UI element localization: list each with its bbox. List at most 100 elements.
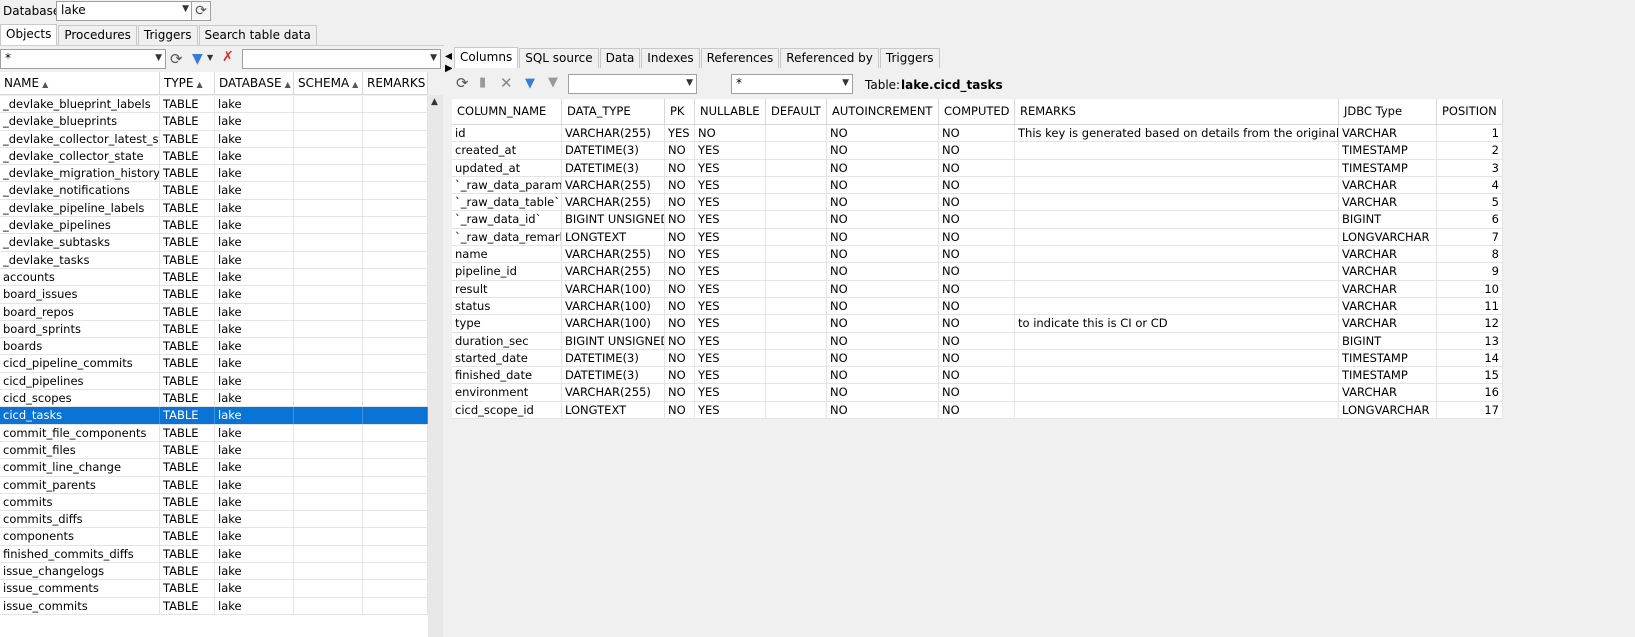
column-header-remarks[interactable]: REMARKS bbox=[363, 72, 428, 95]
table-row[interactable]: board_repos TABLE lake bbox=[0, 303, 428, 321]
table-row[interactable]: _devlake_pipelines TABLE lake bbox=[0, 217, 428, 235]
column-header-database[interactable]: DATABASE ▲ bbox=[215, 72, 294, 95]
filter-icon[interactable]: ▼ bbox=[525, 76, 535, 91]
table-row[interactable]: commit_parents TABLE lake bbox=[0, 476, 428, 494]
column-header[interactable]: POSITION bbox=[1437, 99, 1503, 124]
tab-indexes[interactable]: Indexes bbox=[641, 48, 700, 68]
filter-dropdown-icon[interactable]: ▼ bbox=[207, 53, 213, 62]
tab-objects[interactable]: Objects bbox=[0, 24, 58, 45]
tab-search-table-data[interactable]: Search table data bbox=[198, 25, 317, 45]
column-header-type[interactable]: TYPE ▲ bbox=[160, 72, 215, 95]
table-row[interactable]: accounts TABLE lake bbox=[0, 268, 428, 287]
close-icon[interactable]: ✕ bbox=[500, 74, 513, 92]
table-row[interactable]: id VARCHAR(255) YES NO NO NO This key is gener… bbox=[452, 125, 1503, 143]
column-header-schema[interactable]: SCHEMA ▲ bbox=[294, 72, 363, 95]
table-row[interactable]: _devlake_blueprints TABLE lake bbox=[0, 113, 428, 131]
table-row[interactable]: name VARCHAR(255) NO YES NO NO VARCHAR 8 bbox=[452, 246, 1503, 264]
column-header[interactable]: NULLABLE bbox=[695, 99, 766, 124]
objects-scrollbar[interactable]: ▲ bbox=[428, 95, 443, 637]
table-row[interactable]: commit_file_components TABLE lake bbox=[0, 424, 428, 442]
table-cell bbox=[294, 147, 363, 165]
tab-sql-source[interactable]: SQL source bbox=[519, 48, 599, 68]
column-filter-select[interactable]: ▼ bbox=[568, 74, 697, 94]
tab-columns[interactable]: Columns bbox=[454, 47, 519, 68]
table-cell: environment bbox=[452, 384, 562, 401]
table-row[interactable]: commit_files TABLE lake bbox=[0, 441, 428, 460]
table-row[interactable]: _devlake_collector_latest_stateTABLElake bbox=[0, 130, 428, 148]
column-pattern-select[interactable]: * ▼ bbox=[731, 74, 853, 94]
table-row[interactable]: _devlake_blueprint_labels TABLE lake bbox=[0, 96, 428, 114]
table-row[interactable]: issue_commits TABLE lake bbox=[0, 597, 428, 615]
table-cell bbox=[363, 441, 428, 459]
table-row[interactable]: updated_at DATETIME(3) NO YES NO NO TIMESTAMP 3 bbox=[452, 159, 1503, 177]
table-row[interactable]: pipeline_id VARCHAR(255) NO YES NO NO VARCHAR 9 bbox=[452, 263, 1503, 281]
column-header-name[interactable]: NAME ▲ bbox=[0, 72, 160, 95]
column-header[interactable]: COMPUTED bbox=[939, 99, 1015, 124]
object-search-input[interactable]: ▼ bbox=[242, 49, 441, 69]
table-cell: TABLE bbox=[160, 320, 215, 338]
tab-references[interactable]: References bbox=[700, 48, 780, 68]
table-row[interactable]: cicd_scopes TABLE lake bbox=[0, 390, 428, 408]
database-select[interactable]: lake ▼ bbox=[56, 1, 193, 21]
table-row[interactable]: boards TABLE lake bbox=[0, 338, 428, 356]
table-row[interactable]: _devlake_notifications TABLE lake bbox=[0, 182, 428, 200]
table-row[interactable]: commit_line_change TABLE lake bbox=[0, 459, 428, 477]
table-row[interactable]: finished_commits_diffs TABLE lake bbox=[0, 545, 428, 564]
table-cell bbox=[294, 165, 363, 182]
table-row[interactable]: components TABLE lake bbox=[0, 528, 428, 546]
scroll-up-icon[interactable]: ▲ bbox=[431, 97, 438, 107]
column-header[interactable]: PK bbox=[665, 99, 695, 124]
column-header[interactable]: COLUMN_NAME bbox=[452, 99, 562, 124]
refresh-databases-button[interactable]: ⟳ bbox=[191, 1, 211, 21]
refresh-icon[interactable]: ⟳ bbox=[456, 74, 469, 92]
table-row[interactable]: status VARCHAR(100) NO YES NO NO VARCHAR 11 bbox=[452, 297, 1503, 316]
column-header[interactable]: DATA_TYPE bbox=[562, 99, 665, 124]
table-row[interactable]: commits TABLE lake bbox=[0, 493, 428, 512]
tab-triggers-details[interactable]: Triggers bbox=[879, 48, 940, 68]
table-row[interactable]: cicd_scope_id LONGTEXT NO YES NO NO LONGVARCHA… bbox=[452, 401, 1503, 420]
table-row[interactable]: board_issues TABLE lake bbox=[0, 286, 428, 304]
table-cell: NO bbox=[665, 228, 695, 246]
schema-filter-select[interactable]: * ▼ bbox=[0, 49, 166, 69]
table-row[interactable]: board_sprints TABLE lake bbox=[0, 320, 428, 339]
refresh-objects-icon[interactable]: ⟳ bbox=[170, 50, 183, 68]
table-row[interactable]: created_at DATETIME(3) NO YES NO NO TIMESTAMP 2 bbox=[452, 142, 1503, 160]
table-row[interactable]: duration_sec BIGINT UNSIGNED NO YES NO NO BIGI… bbox=[452, 332, 1503, 350]
table-row[interactable]: environment VARCHAR(255) NO YES NO NO VARCHAR 1… bbox=[452, 384, 1503, 402]
tab-procedures[interactable]: Procedures bbox=[58, 25, 137, 45]
column-header[interactable]: AUTOINCREMENT bbox=[827, 99, 939, 124]
table-row[interactable]: _devlake_migration_history TABLE lake bbox=[0, 165, 428, 183]
tab-data[interactable]: Data bbox=[599, 48, 641, 68]
table-row[interactable]: issue_changelogs TABLE lake bbox=[0, 563, 428, 581]
comment-icon[interactable]: ▮ bbox=[479, 75, 486, 90]
table-cell: VARCHAR(255) bbox=[562, 194, 665, 211]
column-header[interactable]: REMARKS bbox=[1015, 99, 1339, 124]
table-row[interactable]: commits_diffs TABLE lake bbox=[0, 511, 428, 529]
clear-filter-icon[interactable]: ▼ bbox=[548, 75, 558, 90]
table-row[interactable]: _devlake_tasks TABLE lake bbox=[0, 251, 428, 269]
clear-filter-icon[interactable]: ✗ bbox=[222, 49, 234, 65]
table-row[interactable]: _devlake_collector_state TABLE lake bbox=[0, 147, 428, 166]
table-row[interactable]: `_raw_data_table` VARCHAR(255) NO YES NO NO VA… bbox=[452, 194, 1503, 212]
table-row[interactable]: cicd_pipelines TABLE lake bbox=[0, 372, 428, 391]
table-row[interactable]: result VARCHAR(100) NO YES NO NO VARCHAR 10 bbox=[452, 280, 1503, 298]
filter-icon[interactable]: ▼ bbox=[192, 51, 203, 67]
column-header[interactable]: DEFAULT bbox=[766, 99, 827, 124]
tab-triggers[interactable]: Triggers bbox=[137, 25, 198, 45]
table-row[interactable]: _devlake_subtasks TABLE lake bbox=[0, 234, 428, 252]
tab-referenced-by[interactable]: Referenced by bbox=[780, 48, 879, 68]
table-row[interactable]: cicd_pipeline_commits TABLE lake bbox=[0, 355, 428, 373]
table-row[interactable]: started_date DATETIME(3) NO YES NO NO TIMESTAM… bbox=[452, 349, 1503, 368]
table-cell: commits_diffs bbox=[0, 511, 160, 528]
table-cell bbox=[363, 165, 428, 182]
table-row[interactable]: cicd_tasks TABLE lake bbox=[0, 407, 428, 425]
column-header[interactable]: JDBC Type bbox=[1339, 99, 1437, 124]
table-row[interactable]: issue_comments TABLE lake bbox=[0, 580, 428, 598]
table-row[interactable]: _devlake_pipeline_labels TABLE lake bbox=[0, 199, 428, 218]
table-row[interactable]: finished_date DATETIME(3) NO YES NO NO TIMESTA… bbox=[452, 367, 1503, 385]
table-row[interactable]: `_raw_data_remark` LONGTEXT NO YES NO NO LONGV… bbox=[452, 228, 1503, 247]
table-row[interactable]: `_raw_data_id` BIGINT UNSIGNED NO YES NO NO BI… bbox=[452, 211, 1503, 229]
table-cell: TABLE bbox=[160, 459, 215, 476]
table-row[interactable]: type VARCHAR(100) NO YES NO NO to indicate thi… bbox=[452, 315, 1503, 333]
table-row[interactable]: `_raw_data_params`VARCHAR(255)NOYESNONOV… bbox=[452, 176, 1503, 195]
